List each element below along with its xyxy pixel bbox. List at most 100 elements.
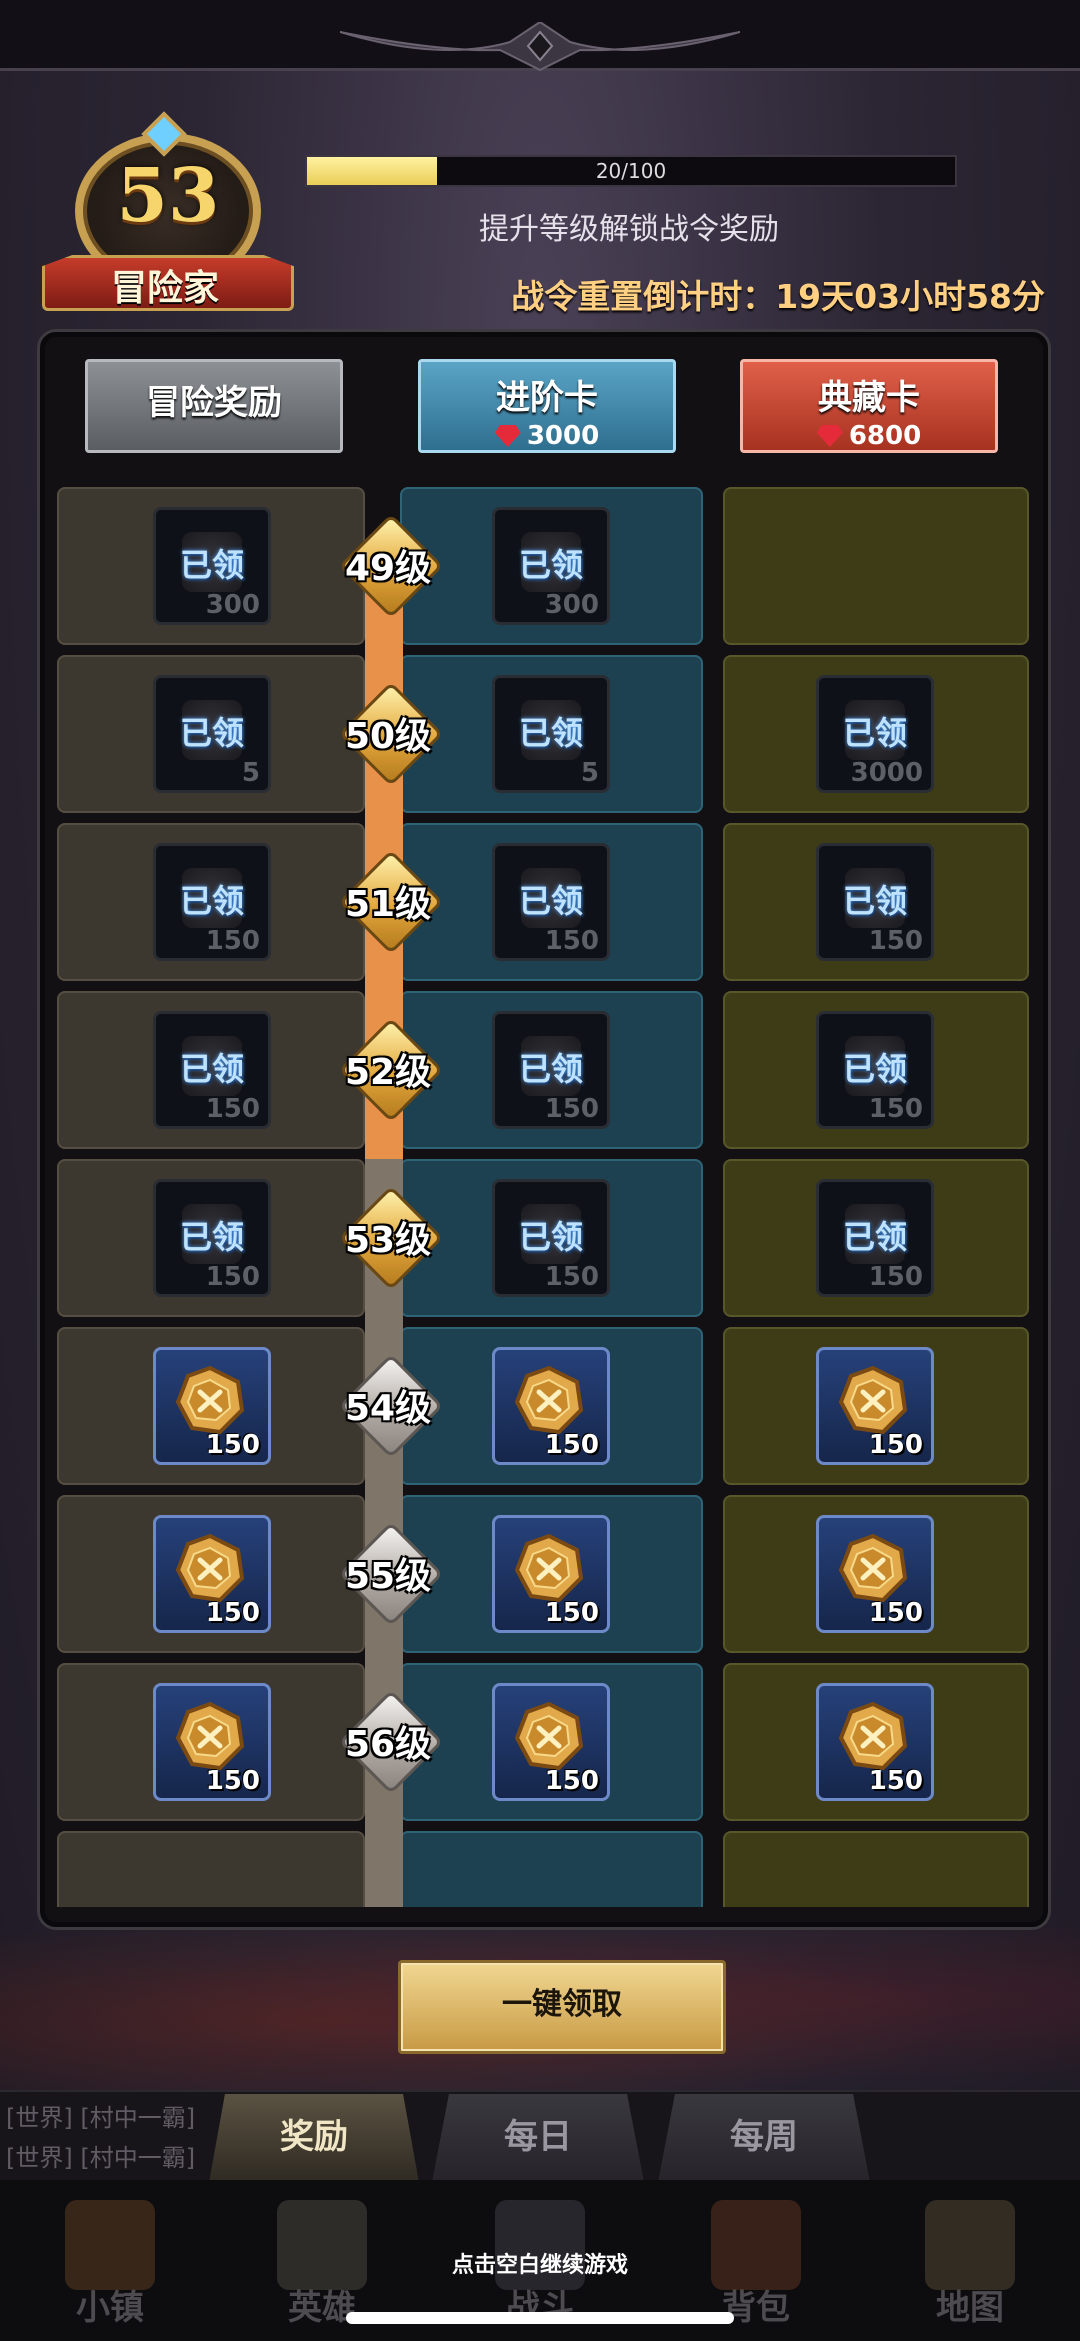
chat-line[interactable]: [世界] [村中一霸] — [6, 2098, 195, 2133]
claimed-stamp: 已领 — [842, 882, 907, 920]
claimed-stamp: 已领 — [518, 546, 583, 584]
advanced-card-button[interactable]: 进阶卡 3000 — [418, 359, 676, 453]
level-label: 50级 — [344, 716, 432, 757]
home-indicator[interactable] — [346, 2312, 734, 2324]
reward-item[interactable]: 150 — [492, 1683, 610, 1801]
reward-item[interactable]: 150 — [816, 1347, 934, 1465]
level-badge: 53 冒险家 — [40, 111, 294, 311]
reward-cell[interactable] — [57, 1831, 365, 1907]
collector-card-label: 典藏卡 — [818, 378, 920, 418]
reward-item[interactable]: 150 已领 — [492, 1179, 610, 1297]
reward-list[interactable]: 300 已领 300 已领 49级 5 已领 5 已领 3000 已领 50级 150 已领 150 已领 15… — [45, 487, 1043, 1907]
level-number: 53 — [116, 153, 220, 239]
reward-item[interactable]: 5 已领 — [492, 675, 610, 793]
reward-item[interactable]: 150 — [816, 1683, 934, 1801]
level-marker: 56级 — [338, 1689, 444, 1795]
claimed-stamp: 已领 — [179, 546, 244, 584]
reward-item[interactable]: 150 已领 — [153, 1179, 271, 1297]
claimed-stamp: 已领 — [842, 1050, 907, 1088]
reward-count: 150 — [544, 1430, 599, 1460]
level-marker: 52级 — [338, 1017, 444, 1123]
unlock-hint: 提升等级解锁战令奖励 — [479, 212, 779, 247]
reward-count: 5 — [580, 758, 599, 788]
claimed-stamp: 已领 — [842, 1218, 907, 1256]
claimed-stamp: 已领 — [518, 1218, 583, 1256]
reward-item[interactable]: 150 — [153, 1683, 271, 1801]
claim-all-button[interactable]: 一键领取 — [398, 1960, 726, 2054]
reset-countdown: 战令重置倒计时：19天03小时58分 — [511, 277, 1045, 316]
claimed-stamp: 已领 — [179, 1050, 244, 1088]
reward-cell[interactable] — [723, 1831, 1029, 1907]
reward-count: 150 — [205, 1430, 260, 1460]
reward-item[interactable]: 300 已领 — [492, 507, 610, 625]
level-label: 56级 — [344, 1724, 432, 1765]
reward-count: 150 — [868, 1430, 923, 1460]
advanced-price-value: 3000 — [526, 421, 600, 451]
reward-item[interactable]: 5 已领 — [153, 675, 271, 793]
claimed-stamp: 已领 — [518, 882, 583, 920]
level-marker: 55级 — [338, 1521, 444, 1627]
reward-item[interactable]: 150 — [816, 1515, 934, 1633]
reward-count: 3000 — [850, 758, 923, 788]
ruby-icon — [494, 425, 521, 447]
claimed-stamp: 已领 — [518, 714, 583, 752]
ruby-icon — [816, 425, 843, 447]
claimed-stamp: 已领 — [518, 1050, 583, 1088]
tab-weekly[interactable]: 每周 — [658, 2094, 870, 2182]
claimed-stamp: 已领 — [179, 882, 244, 920]
level-label: 54级 — [344, 1388, 432, 1429]
reward-item[interactable]: 150 已领 — [816, 1011, 934, 1129]
collector-card-button[interactable]: 典藏卡 6800 — [740, 359, 998, 453]
advanced-card-label: 进阶卡 — [496, 378, 598, 418]
collector-price-value: 6800 — [848, 421, 922, 451]
claimed-stamp: 已领 — [842, 714, 907, 752]
chat-line[interactable]: [世界] [村中一霸] — [6, 2138, 195, 2173]
reward-item[interactable]: 150 已领 — [816, 843, 934, 961]
advanced-card-price: 3000 — [494, 421, 600, 451]
reward-count: 150 — [205, 1262, 260, 1292]
reward-item[interactable]: 150 — [492, 1515, 610, 1633]
top-frame — [0, 0, 1080, 72]
level-label: 53级 — [344, 1220, 432, 1261]
level-label: 52级 — [344, 1052, 432, 1093]
reward-item[interactable]: 150 已领 — [492, 843, 610, 961]
reward-item[interactable]: 150 已领 — [492, 1011, 610, 1129]
reward-count: 150 — [544, 1766, 599, 1796]
collector-reward-cell[interactable] — [723, 487, 1029, 645]
reward-item[interactable]: 3000 已领 — [816, 675, 934, 793]
reward-item[interactable]: 300 已领 — [153, 507, 271, 625]
reward-item[interactable]: 150 — [492, 1347, 610, 1465]
reward-cell[interactable] — [400, 1831, 703, 1907]
reward-count: 150 — [868, 1262, 923, 1292]
exp-progress-bar: 20/100 — [305, 155, 957, 187]
tab-daily[interactable]: 每日 — [432, 2094, 644, 2182]
reward-count: 150 — [205, 1094, 260, 1124]
adventure-reward-label: 冒险奖励 — [146, 383, 282, 423]
exp-progress-text: 20/100 — [595, 159, 667, 183]
level-marker: 49级 — [338, 513, 444, 619]
reward-count: 150 — [868, 1766, 923, 1796]
reward-count: 150 — [544, 926, 599, 956]
level-marker: 50级 — [338, 681, 444, 787]
reward-count: 150 — [868, 1598, 923, 1628]
tab-rewards[interactable]: 奖励 — [208, 2094, 420, 2188]
level-label: 51级 — [344, 884, 432, 925]
adventure-reward-header: 冒险奖励 — [85, 359, 343, 453]
reward-count: 150 — [868, 1094, 923, 1124]
reward-item[interactable]: 150 已领 — [153, 843, 271, 961]
reward-item[interactable]: 150 已领 — [816, 1179, 934, 1297]
collector-card-price: 6800 — [816, 421, 922, 451]
battle-pass-panel: 冒险奖励 进阶卡 3000 典藏卡 6800 300 已领 300 已领 49级 5 已领 5… — [40, 332, 1048, 1927]
progress-track — [365, 1831, 403, 1907]
reward-count: 150 — [544, 1094, 599, 1124]
rank-title: 冒险家 — [110, 268, 219, 309]
reward-count: 300 — [205, 590, 260, 620]
continue-hint[interactable]: 点击空白继续游戏 — [0, 2247, 1080, 2279]
level-label: 49级 — [344, 548, 432, 589]
reward-item[interactable]: 150 — [153, 1347, 271, 1465]
reward-count: 150 — [868, 926, 923, 956]
reward-count: 150 — [205, 1766, 260, 1796]
level-marker: 51级 — [338, 849, 444, 955]
reward-item[interactable]: 150 — [153, 1515, 271, 1633]
reward-item[interactable]: 150 已领 — [153, 1011, 271, 1129]
